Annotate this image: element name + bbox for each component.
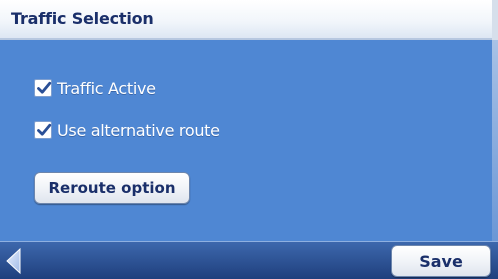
bottom-bar: Save xyxy=(0,241,498,279)
title-bar: Traffic Selection xyxy=(0,0,498,40)
content-edge xyxy=(492,40,498,241)
save-button[interactable]: Save xyxy=(391,245,491,277)
title-bar-edge xyxy=(492,0,498,40)
option-use-alternative-route[interactable]: Use alternative route xyxy=(34,118,220,142)
check-icon xyxy=(37,123,52,136)
option-traffic-active[interactable]: Traffic Active xyxy=(34,76,156,100)
traffic-active-checkbox[interactable] xyxy=(34,79,52,97)
reroute-option-button[interactable]: Reroute option xyxy=(34,172,190,204)
traffic-selection-screen: Traffic Selection Traffic Active Use alt… xyxy=(0,0,498,279)
use-alternative-route-checkbox[interactable] xyxy=(34,121,52,139)
back-button[interactable] xyxy=(2,246,26,276)
traffic-active-label: Traffic Active xyxy=(57,78,156,98)
check-icon xyxy=(37,81,52,94)
use-alternative-route-label: Use alternative route xyxy=(57,120,220,140)
back-arrow-icon xyxy=(6,247,21,275)
page-title: Traffic Selection xyxy=(11,9,154,28)
